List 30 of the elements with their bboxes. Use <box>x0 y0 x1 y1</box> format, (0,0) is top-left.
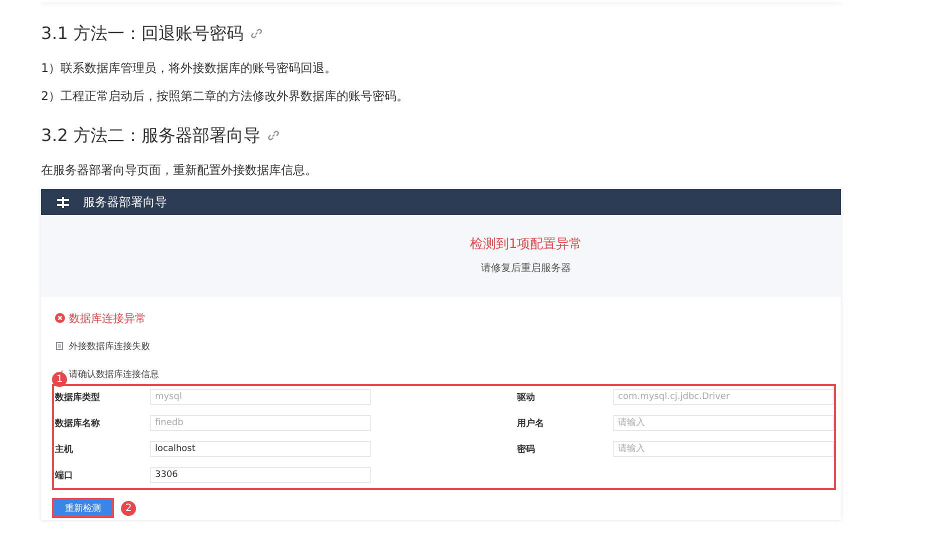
paragraph: 在服务器部署向导页面，重新配置外接数据库信息。 <box>41 162 318 179</box>
input-field[interactable]: 请输入 <box>613 441 834 457</box>
section-heading: 3.1 方法一：回退账号密码 <box>41 22 244 44</box>
alert-title: 检测到1项配置异常 <box>470 236 582 253</box>
error-detail: 请确认数据库连接信息 <box>69 368 159 380</box>
wizard-icon <box>57 196 69 208</box>
recheck-button[interactable]: 重新检测 <box>52 498 114 518</box>
input-field[interactable]: 请输入 <box>613 415 834 431</box>
field-label: 数据库类型 <box>55 391 101 404</box>
field-label: 用户名 <box>517 417 545 430</box>
callout-badge: 1 <box>52 372 67 387</box>
field-label: 主机 <box>55 443 74 456</box>
input-field[interactable]: localhost <box>150 441 371 457</box>
section-heading: 3.2 方法二：服务器部署向导 <box>41 124 260 146</box>
alert-subtitle: 请修复后重启服务器 <box>481 262 571 275</box>
error-detail: 外接数据库连接失败 <box>69 340 150 352</box>
field-label: 数据库名称 <box>55 417 101 430</box>
wizard-title: 服务器部署向导 <box>83 194 167 210</box>
list-icon <box>56 342 63 350</box>
paragraph: 2）工程正常启动后，按照第二章的方法修改外界数据库的账号密码。 <box>41 88 410 105</box>
input-field[interactable]: 3306 <box>150 467 371 483</box>
error-icon <box>55 313 65 323</box>
field-label: 密码 <box>517 443 536 456</box>
callout-badge: 2 <box>121 500 136 516</box>
error-title: 数据库连接异常 <box>69 310 146 326</box>
link-icon[interactable] <box>268 130 280 140</box>
paragraph: 1）联系数据库管理员，将外接数据库的账号密码回退。 <box>41 60 338 77</box>
field-label: 端口 <box>55 469 74 482</box>
field-label: 驱动 <box>517 392 536 404</box>
link-icon[interactable] <box>251 28 262 38</box>
